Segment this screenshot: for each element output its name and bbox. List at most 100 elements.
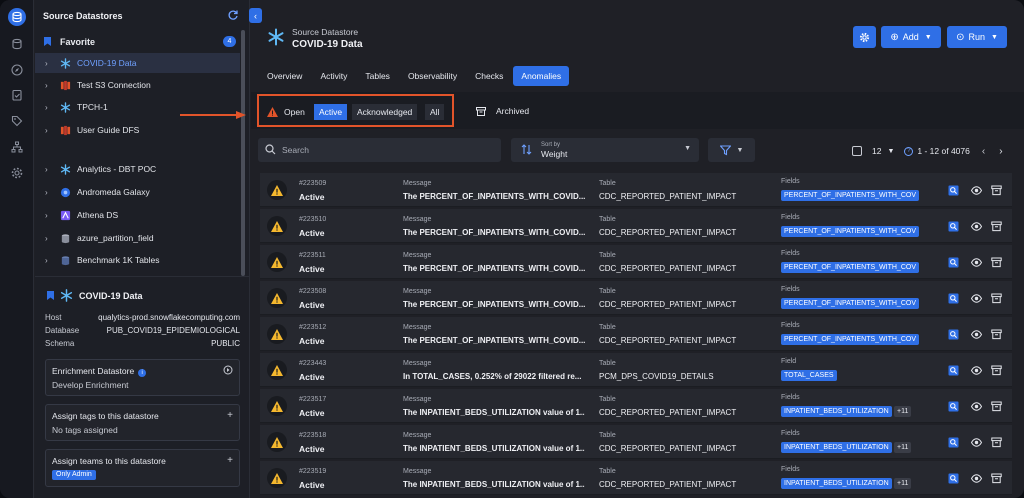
chevron-right-icon[interactable]: ›	[45, 211, 52, 220]
anomaly-id[interactable]: #223518	[299, 432, 326, 439]
archive-icon[interactable]	[991, 257, 1002, 268]
sidebar-item-datastore[interactable]: › Test S3 Connection	[35, 75, 240, 95]
chevron-right-icon[interactable]: ›	[45, 256, 52, 265]
more-fields-badge[interactable]: +11	[894, 478, 912, 489]
open-enrichment-icon[interactable]	[223, 365, 233, 378]
inspect-icon[interactable]	[948, 257, 959, 268]
chevron-down-icon[interactable]: ▼	[887, 148, 894, 155]
inspect-icon[interactable]	[948, 185, 959, 196]
table-row[interactable]: #223510 Active Message The PERCENT_OF_INPAT…	[260, 209, 1012, 243]
table-row[interactable]: #223519 Active Message The INPATIENT_BEDS_U…	[260, 461, 1012, 495]
table-row[interactable]: #223518 Active Message The INPATIENT_BEDS_U…	[260, 425, 1012, 459]
archive-icon[interactable]	[991, 365, 1002, 376]
table-row[interactable]: #223508 Active Message The PERCENT_OF_INPAT…	[260, 281, 1012, 315]
anomaly-id[interactable]: #223511	[299, 252, 326, 259]
chevron-right-icon[interactable]: ›	[45, 165, 52, 174]
archive-icon[interactable]	[991, 401, 1002, 412]
more-fields-badge[interactable]: +11	[894, 442, 912, 453]
inspect-icon[interactable]	[948, 293, 959, 304]
sidebar-scrollbar[interactable]	[241, 30, 245, 276]
sidebar-item-datastore[interactable]: › Benchmark 1K Tables	[35, 250, 240, 270]
table-row[interactable]: #223443 Active Message In TOTAL_CASES, 0.25…	[260, 353, 1012, 387]
explore-compass-icon[interactable]	[9, 62, 25, 78]
chevron-right-icon[interactable]: ›	[45, 234, 52, 243]
status-active-button[interactable]: Active	[314, 104, 348, 120]
table-row[interactable]: #223512 Active Message The PERCENT_OF_INPAT…	[260, 317, 1012, 351]
chevron-right-icon[interactable]: ›	[45, 103, 52, 112]
sidebar-item-datastore[interactable]: › Andromeda Galaxy	[35, 182, 240, 202]
archive-icon[interactable]	[991, 293, 1002, 304]
inspect-icon[interactable]	[948, 365, 959, 376]
view-eye-icon[interactable]	[970, 293, 983, 304]
filter-button[interactable]: ▼	[708, 138, 755, 162]
inspect-icon[interactable]	[948, 221, 959, 232]
info-icon[interactable]: i	[138, 369, 147, 377]
archive-icon[interactable]	[991, 185, 1002, 196]
archive-icon[interactable]	[991, 221, 1002, 232]
view-eye-icon[interactable]	[970, 401, 983, 412]
run-button[interactable]: ⊙ Run ▼	[947, 26, 1007, 48]
anomaly-id[interactable]: #223517	[299, 396, 326, 403]
sidebar-item-datastore[interactable]: › Analytics - DBT POC	[35, 159, 240, 179]
status-archived[interactable]: Archived	[476, 106, 529, 116]
view-eye-icon[interactable]	[970, 329, 983, 340]
archive-icon[interactable]	[991, 329, 1002, 340]
anomaly-id[interactable]: #223443	[299, 360, 326, 367]
prev-page-icon[interactable]: ‹	[982, 146, 985, 157]
archive-icon[interactable]	[991, 473, 1002, 484]
chevron-right-icon[interactable]: ›	[45, 59, 52, 68]
anomaly-id[interactable]: #223509	[299, 180, 326, 187]
add-tag-plus-icon[interactable]: +	[227, 410, 233, 421]
tab-overview[interactable]: Overview	[259, 66, 310, 86]
checklist-icon[interactable]	[9, 87, 25, 103]
inspect-icon[interactable]	[948, 437, 959, 448]
anomaly-id[interactable]: #223512	[299, 324, 326, 331]
hierarchy-icon[interactable]	[9, 139, 25, 155]
sort-select[interactable]: Sort by Weight ▼	[511, 138, 699, 162]
tab-tables[interactable]: Tables	[357, 66, 398, 86]
inspect-icon[interactable]	[948, 473, 959, 484]
table-row[interactable]: #223517 Active Message The INPATIENT_BEDS_U…	[260, 389, 1012, 423]
anomaly-id[interactable]: #223510	[299, 216, 326, 223]
view-eye-icon[interactable]	[970, 437, 983, 448]
table-row[interactable]: #223509 Active Message The PERCENT_OF_INPAT…	[260, 173, 1012, 207]
search-input[interactable]	[282, 142, 492, 158]
select-all-checkbox[interactable]	[852, 146, 862, 156]
sidebar-item-datastore[interactable]: › COVID-19 Data	[35, 53, 240, 73]
enrichment-icon[interactable]	[9, 36, 25, 52]
status-acknowledged-button[interactable]: Acknowledged	[352, 104, 418, 120]
add-button[interactable]: ⊕ Add ▼	[881, 26, 941, 48]
inspect-icon[interactable]	[948, 401, 959, 412]
help-icon[interactable]: ?	[904, 146, 914, 156]
anomaly-id[interactable]: #223519	[299, 468, 326, 475]
tab-checks[interactable]: Checks	[467, 66, 511, 86]
inspect-icon[interactable]	[948, 329, 959, 340]
favorite-group[interactable]: Favorite 4	[35, 36, 250, 49]
view-eye-icon[interactable]	[970, 365, 983, 376]
datastore-icon[interactable]	[8, 8, 26, 26]
status-all-button[interactable]: All	[425, 104, 445, 120]
more-fields-badge[interactable]: +11	[894, 406, 912, 417]
sidebar-item-datastore[interactable]: › User Guide DFS	[35, 120, 240, 140]
tab-activity[interactable]: Activity	[312, 66, 355, 86]
tab-anomalies[interactable]: Anomalies	[513, 66, 570, 86]
search-box[interactable]	[258, 138, 501, 162]
tag-icon[interactable]	[9, 113, 25, 129]
chevron-right-icon[interactable]: ›	[45, 81, 52, 90]
view-eye-icon[interactable]	[970, 257, 983, 268]
refresh-icon[interactable]	[227, 9, 239, 21]
view-eye-icon[interactable]	[970, 221, 983, 232]
table-row[interactable]: #223511 Active Message The PERCENT_OF_INPAT…	[260, 245, 1012, 279]
sidebar-item-datastore[interactable]: › Athena DS	[35, 205, 240, 225]
archive-icon[interactable]	[991, 437, 1002, 448]
chevron-right-icon[interactable]: ›	[45, 126, 52, 135]
settings-button[interactable]	[853, 26, 876, 48]
bookmark-icon[interactable]	[47, 291, 54, 300]
next-page-icon[interactable]: ›	[999, 146, 1002, 157]
settings-gear-icon[interactable]	[9, 165, 25, 181]
add-team-plus-icon[interactable]: +	[227, 455, 233, 466]
sidebar-item-datastore[interactable]: › azure_partition_field	[35, 228, 240, 248]
view-eye-icon[interactable]	[970, 185, 983, 196]
view-eye-icon[interactable]	[970, 473, 983, 484]
chevron-right-icon[interactable]: ›	[45, 188, 52, 197]
